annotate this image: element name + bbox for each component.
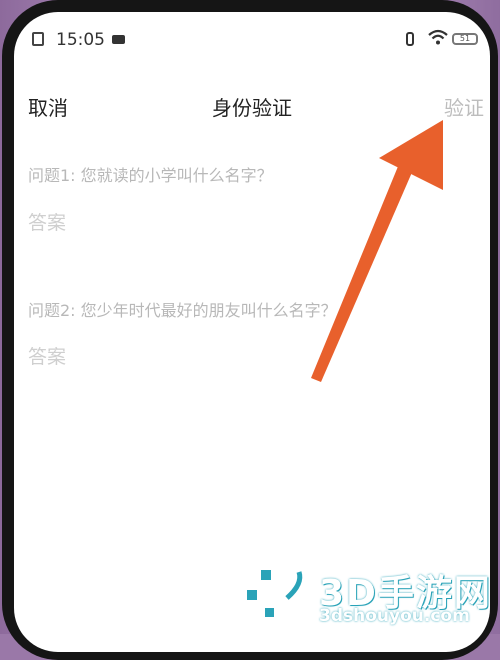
watermark-logo-icon <box>247 570 306 618</box>
camera-indicator-icon <box>112 35 125 44</box>
question-1-label: 问题1: 您就读的小学叫什么名字？ <box>28 166 273 185</box>
battery-icon: 51 <box>452 33 478 45</box>
question-2-label: 问题2: 您少年时代最好的朋友叫什么名字？ <box>28 301 337 320</box>
site-watermark: 3D手游网 3dshouyou.com <box>243 564 493 628</box>
phone-frame: 15:05 51 取消 身份验证 验证 问题1: 您就读的小学叫什么名字？ 问题… <box>2 0 498 660</box>
sim-icon <box>32 32 44 46</box>
status-time: 15:05 <box>56 30 105 50</box>
answer-2-field[interactable] <box>28 346 448 368</box>
page-title: 身份验证 <box>212 96 292 120</box>
watermark-url: 3dshouyou.com <box>319 606 470 626</box>
phone-screen: 15:05 51 取消 身份验证 验证 问题1: 您就读的小学叫什么名字？ 问题… <box>14 12 490 652</box>
wifi-icon <box>428 29 448 45</box>
navigation-bar: 取消 身份验证 验证 <box>14 82 490 122</box>
status-bar: 15:05 51 <box>14 12 490 52</box>
vibrate-icon <box>406 32 414 46</box>
verify-button[interactable]: 验证 <box>444 92 484 121</box>
answer-1-field[interactable] <box>28 212 448 234</box>
